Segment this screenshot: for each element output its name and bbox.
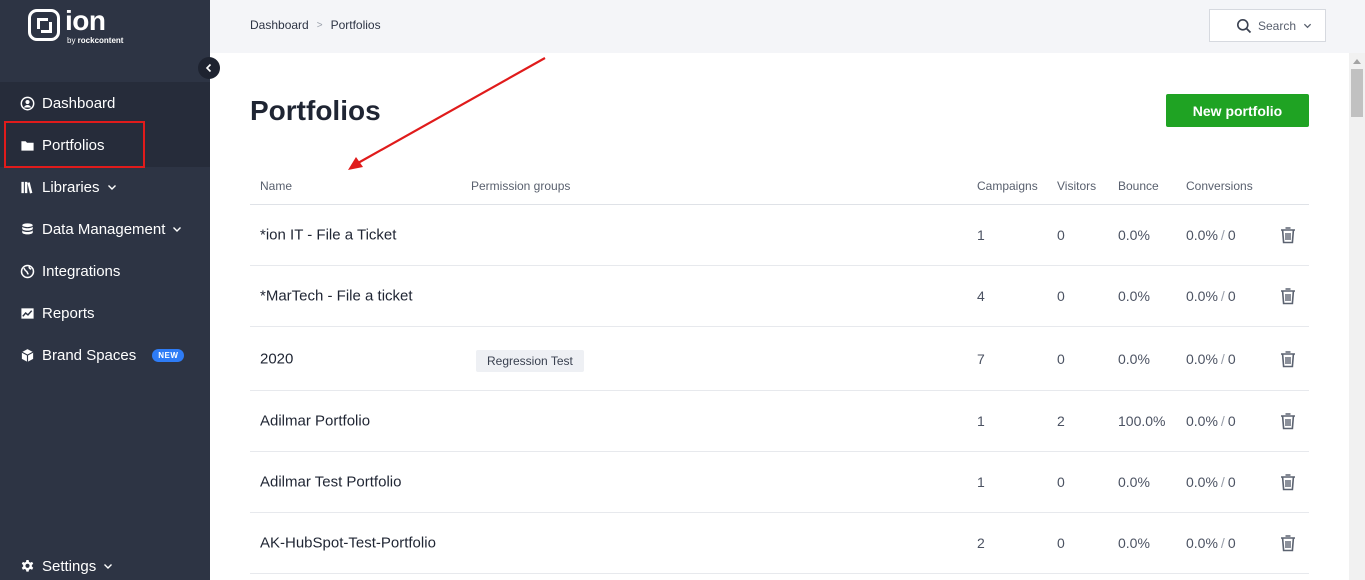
sidebar-item-reports[interactable]: Reports xyxy=(0,292,210,334)
main-content: Portfolios New portfolio Name Permission… xyxy=(210,53,1349,580)
sidebar: ion by rockcontent Dashboard Portfolios … xyxy=(0,0,210,580)
trash-icon[interactable] xyxy=(1279,287,1297,306)
chevron-down-icon xyxy=(172,224,182,234)
sidebar-item-label: Data Management xyxy=(42,220,166,238)
bounce-rate: 0.0% xyxy=(1118,350,1150,367)
trash-icon[interactable] xyxy=(1279,226,1297,245)
sidebar-item-label: Settings xyxy=(42,557,97,575)
bounce-rate: 100.0% xyxy=(1118,413,1166,429)
table-row[interactable]: *MarTech - File a ticket 4 0 0.0% 0.0%/0 xyxy=(250,266,1309,327)
database-icon xyxy=(20,222,35,237)
trash-icon[interactable] xyxy=(1279,349,1297,368)
bounce-rate: 0.0% xyxy=(1118,227,1150,243)
campaigns-count: 1 xyxy=(977,474,985,490)
conversions-value: 0.0%/0 xyxy=(1186,350,1236,367)
breadcrumb-dashboard[interactable]: Dashboard xyxy=(250,18,309,32)
conversions-value: 0.0%/0 xyxy=(1186,288,1236,304)
table-header: Name Permission groups Campaigns Visitor… xyxy=(250,165,1309,205)
conversions-value: 0.0%/0 xyxy=(1186,535,1236,551)
sidebar-item-data-management[interactable]: Data Management xyxy=(0,208,210,250)
scrollbar-thumb[interactable] xyxy=(1351,69,1363,117)
column-header-permission-groups[interactable]: Permission groups xyxy=(471,179,570,193)
table-row[interactable]: 2020 Regression Test 7 0 0.0% 0.0%/0 xyxy=(250,327,1309,391)
sidebar-item-label: Libraries xyxy=(42,178,100,196)
permission-group-tag: Regression Test xyxy=(476,349,584,372)
sidebar-item-label: Reports xyxy=(42,304,95,322)
ion-logo[interactable]: ion by rockcontent xyxy=(28,5,124,48)
sidebar-item-label: Brand Spaces xyxy=(42,346,137,364)
books-icon xyxy=(20,180,35,195)
breadcrumb-portfolios: Portfolios xyxy=(330,18,381,32)
visitors-count: 0 xyxy=(1057,474,1065,490)
visitors-count: 0 xyxy=(1057,350,1065,367)
breadcrumb: Dashboard > Portfolios xyxy=(250,18,381,32)
search-button[interactable]: Search xyxy=(1209,9,1326,42)
table-row[interactable]: Adilmar Test Portfolio 1 0 0.0% 0.0%/0 xyxy=(250,452,1309,513)
sidebar-item-brand-spaces[interactable]: Brand Spaces NEW xyxy=(0,334,210,376)
bounce-rate: 0.0% xyxy=(1118,474,1150,490)
logo-word: ion xyxy=(65,5,106,36)
sidebar-item-settings[interactable]: Settings xyxy=(0,545,210,580)
conversions-value: 0.0%/0 xyxy=(1186,474,1236,490)
conversions-value: 0.0%/0 xyxy=(1186,227,1236,243)
trash-icon[interactable] xyxy=(1279,534,1297,553)
bounce-rate: 0.0% xyxy=(1118,535,1150,551)
campaigns-count: 1 xyxy=(977,227,985,243)
trash-icon[interactable] xyxy=(1279,473,1297,492)
chart-line-icon xyxy=(20,306,35,321)
sidebar-item-integrations[interactable]: Integrations xyxy=(0,250,210,292)
breadcrumb-separator: > xyxy=(316,19,323,31)
visitors-count: 0 xyxy=(1057,288,1065,304)
column-header-campaigns[interactable]: Campaigns xyxy=(977,179,1038,193)
sidebar-item-label: Dashboard xyxy=(42,94,116,112)
chevron-down-icon xyxy=(103,561,113,571)
cube-icon xyxy=(20,348,35,363)
sidebar-item-libraries[interactable]: Libraries xyxy=(0,166,210,208)
search-icon xyxy=(1236,18,1252,34)
sidebar-item-dashboard[interactable]: Dashboard xyxy=(0,82,210,124)
user-circle-icon xyxy=(20,96,35,111)
portfolios-table: Name Permission groups Campaigns Visitor… xyxy=(250,165,1309,574)
column-header-bounce[interactable]: Bounce xyxy=(1118,179,1159,193)
ion-logo-mark-icon xyxy=(28,9,60,41)
new-portfolio-button[interactable]: New portfolio xyxy=(1166,94,1309,127)
campaigns-count: 7 xyxy=(977,350,985,367)
top-bar: Dashboard > Portfolios Search xyxy=(210,0,1365,53)
portfolio-name[interactable]: *ion IT - File a Ticket xyxy=(260,227,396,244)
scroll-up-arrow-icon[interactable] xyxy=(1353,59,1361,64)
portfolio-name[interactable]: Adilmar Portfolio xyxy=(260,413,370,430)
chevron-down-icon xyxy=(1303,21,1312,30)
portfolio-name[interactable]: Adilmar Test Portfolio xyxy=(260,474,401,491)
visitors-count: 0 xyxy=(1057,535,1065,551)
logo-byline: by rockcontent xyxy=(67,36,124,45)
globe-icon xyxy=(20,264,35,279)
campaigns-count: 1 xyxy=(977,413,985,429)
gear-icon xyxy=(20,559,35,574)
annotation-highlight-box xyxy=(4,121,145,168)
portfolio-name[interactable]: 2020 xyxy=(260,350,293,367)
campaigns-count: 4 xyxy=(977,288,985,304)
page-title: Portfolios xyxy=(250,95,381,126)
table-row[interactable]: Adilmar Portfolio 1 2 100.0% 0.0%/0 xyxy=(250,391,1309,452)
campaigns-count: 2 xyxy=(977,535,985,551)
trash-icon[interactable] xyxy=(1279,412,1297,431)
table-row[interactable]: *ion IT - File a Ticket 1 0 0.0% 0.0%/0 xyxy=(250,205,1309,266)
portfolio-name[interactable]: AK-HubSpot-Test-Portfolio xyxy=(260,535,436,552)
column-header-conversions[interactable]: Conversions xyxy=(1186,179,1253,193)
visitors-count: 2 xyxy=(1057,413,1065,429)
visitors-count: 0 xyxy=(1057,227,1065,243)
sidebar-item-label: Integrations xyxy=(42,262,121,280)
table-row[interactable]: AK-HubSpot-Test-Portfolio 2 0 0.0% 0.0% /… xyxy=(250,513,1309,574)
column-header-name[interactable]: Name xyxy=(260,179,292,193)
bounce-rate: 0.0% xyxy=(1118,288,1150,304)
search-label: Search xyxy=(1258,18,1297,33)
sidebar-collapse-button[interactable] xyxy=(198,57,220,79)
chevron-left-icon xyxy=(205,63,212,73)
column-header-visitors[interactable]: Visitors xyxy=(1057,179,1096,193)
chevron-down-icon xyxy=(107,182,117,192)
new-badge: NEW xyxy=(152,348,185,362)
vertical-scrollbar[interactable] xyxy=(1349,53,1365,580)
portfolio-name[interactable]: *MarTech - File a ticket xyxy=(260,288,413,305)
conversions-value: 0.0%/0 xyxy=(1186,413,1236,429)
